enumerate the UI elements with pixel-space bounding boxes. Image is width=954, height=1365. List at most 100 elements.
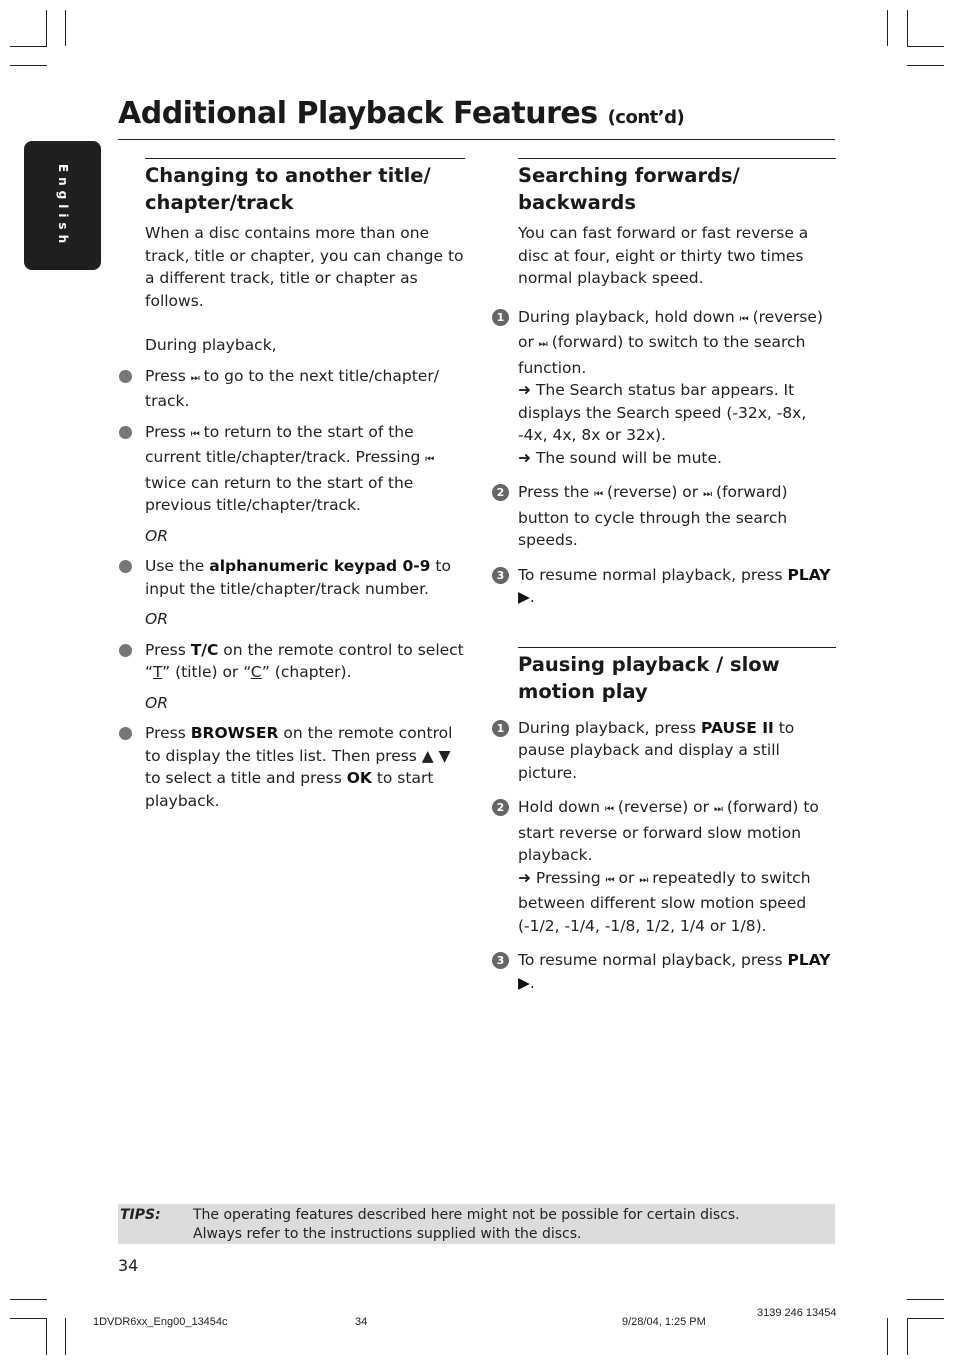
previous-icon: ⏮ [739,313,749,325]
crop-mark [10,1299,47,1300]
previous-icon: ⏮ [604,804,614,815]
or-text: OR [145,693,168,712]
right-column: Searching forwards/ backwards You can fa… [492,158,836,994]
page-title-suffix: (cont’d) [607,107,685,128]
text: During playback, hold down [518,307,740,326]
section-rule [518,158,836,159]
section-rule [145,158,465,159]
key-label: T/C [190,640,219,659]
heading-line: Searching forwards/ [518,164,740,187]
text: (forward) to switch to the search functi… [518,333,806,377]
crop-mark [907,10,908,46]
footer-page: 34 [355,1316,368,1328]
or-text: OR [145,610,168,628]
list-item: Press ⏭ to go to the next title/chapter/… [119,365,465,413]
text: To resume normal playback, press [518,951,788,969]
bullet-icon [119,369,132,383]
text: . [529,588,535,606]
bullet-icon [119,425,132,439]
tips-line: The operating features described here mi… [193,1207,740,1223]
crop-mark [46,10,47,46]
heading-line: motion play [518,679,648,703]
text: Use the [145,557,210,575]
step-item: 1 During playback, hold down ⏮ (reverse)… [492,306,836,470]
next-icon: ⏭ [703,489,712,500]
list-item: Press T/C on the remote control to selec… [119,639,465,684]
key-label: OK [346,769,372,787]
text: ➜ Pressing [518,868,606,887]
footer-file: 1DVDR6xx_Eng00_13454c [93,1316,228,1328]
left-column: Changing to another title/ chapter/track… [119,158,465,812]
heading-line: Changing to another title/ [145,164,431,187]
page-title-text: Additional Playback Features [118,96,598,131]
key-label: BROWSER [190,724,279,742]
step-number-icon: 3 [492,566,509,584]
section-heading-pausing: Pausing playback / slow motion play [518,651,836,705]
tips-label: TIPS: [120,1207,161,1223]
text: twice can return to the start of the pre… [145,473,414,515]
during-text: During playback, [145,336,277,354]
step-item: 1 During playback, press PAUSE II to pau… [492,717,836,785]
page-title: Additional Playback Features (cont’d) [118,96,685,131]
crop-mark [907,46,944,47]
previous-icon: ⏮ [190,428,200,440]
section-heading-searching: Searching forwards/ backwards [518,162,836,216]
intro-text: When a disc contains more than one track… [145,224,464,310]
footer-code: 3139 246 13454 [757,1307,837,1319]
crop-mark [10,65,47,66]
list-item: Press BROWSER on the remote control to d… [119,722,465,812]
text: ” (chapter). [261,663,352,681]
language-tab-label: English [55,163,70,248]
result-text: ➜ The sound will be mute. [518,448,722,467]
crop-mark [907,1299,944,1300]
bullet-icon [119,727,132,740]
result-text: ➜ The Search status bar appears. It disp… [518,381,807,444]
tips-text: The operating features described here mi… [193,1206,740,1244]
or-text: OR [145,526,168,545]
text: Hold down [518,798,605,816]
section-rule [518,646,836,648]
intro-text: You can fast forward or fast reverse a d… [518,224,809,287]
step-item: 2 Hold down ⏮ (reverse) or ⏭ (forward) t… [492,796,836,938]
step-item: 3 To resume normal playback, press PLAY … [492,949,836,994]
crop-mark [10,1318,47,1319]
text: Press the [518,483,595,501]
crop-mark [907,1318,908,1355]
tips-line: Always refer to the instructions supplie… [193,1226,582,1242]
text: (reverse) or [602,483,704,501]
title-rule [118,139,835,140]
crop-mark [907,65,944,66]
step-number-icon: 2 [492,799,509,816]
text: ” (title) or “ [162,663,251,681]
list-item: Press ⏮ to return to the start of the cu… [119,421,465,517]
text: . [529,973,535,992]
result-text: ➜ Pressing ⏮ or ⏭ repeatedly to switch b… [518,867,836,938]
key-label: PAUSE II [701,718,774,737]
previous-icon: ⏮ [594,489,603,500]
previous-icon: ⏮ [425,454,434,465]
step-number-icon: 2 [492,484,509,501]
text: Press [145,366,191,385]
text: To resume normal playback, press [518,565,788,584]
crop-mark [887,1318,888,1355]
step-number-icon: 1 [492,308,509,326]
key-label: alphanumeric keypad 0-9 [209,557,431,575]
crop-mark [887,10,888,46]
text: T [153,663,163,681]
text: (reverse) or [612,798,714,816]
step-number-icon: 1 [492,719,509,737]
crop-mark [65,10,66,46]
next-icon: ⏭ [713,804,723,815]
previous-icon: ⏮ [605,874,615,886]
step-item: 3 To resume normal playback, press PLAY … [492,564,836,609]
section-heading-changing: Changing to another title/ chapter/track [145,162,465,216]
crop-mark [46,1318,47,1355]
bullet-icon [119,643,132,657]
step-item: 2 Press the ⏮ (reverse) or ⏭ (forward) b… [492,481,836,552]
text: or [613,868,640,887]
list-item: Use the alphanumeric keypad 0-9 to input… [119,555,465,600]
page-number: 34 [118,1256,139,1275]
text: During playback, press [518,718,702,737]
crop-mark [65,1318,66,1355]
text: Press [145,724,191,742]
